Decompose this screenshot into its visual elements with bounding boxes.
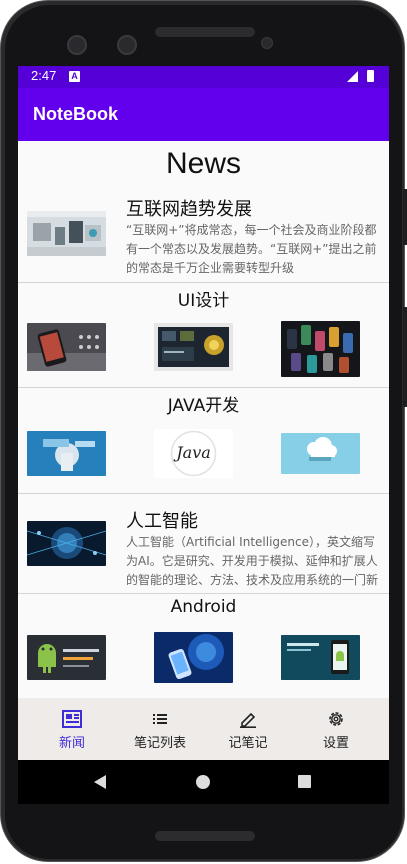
back-icon[interactable] <box>94 775 106 789</box>
section-title-java: JAVA开发 <box>167 396 240 416</box>
page-title: News <box>165 147 241 180</box>
pencil-icon <box>238 710 258 729</box>
nav-item-settings[interactable]: 设置 <box>290 698 382 760</box>
nav-label-news: 新闻 <box>58 736 85 751</box>
article-title: 互联网趋势发展 <box>126 199 252 220</box>
list-icon <box>150 710 170 728</box>
ai-thumbnail <box>27 521 106 566</box>
nav-label-settings: 设置 <box>322 736 349 751</box>
earpiece-speaker <box>155 27 255 37</box>
app-title: NoteBook <box>33 104 118 124</box>
section-title-android: Android <box>170 597 237 617</box>
nav-item-take-note[interactable]: 记笔记 <box>202 698 294 760</box>
article-summary: “互联网+”将成常态，每一个社会及商业阶段都有一个常态以及发展趋势。“互联网+”… <box>126 223 377 275</box>
ui-design-image-1[interactable] <box>27 323 106 371</box>
recent-apps-icon[interactable] <box>298 775 311 788</box>
news-content[interactable]: News 互联网趋势发展 “互联网+”将成常态，每一个社会及商业阶段都有一个常态… <box>18 141 389 698</box>
ui-design-image-3[interactable] <box>281 321 360 377</box>
ui-design-image-2[interactable] <box>154 323 233 371</box>
nav-label-note-list: 笔记列表 <box>133 736 186 751</box>
divider <box>18 387 389 388</box>
news-icon <box>62 710 82 728</box>
article-summary: 人工智能（Artificial Intelligence），英文缩写为AI。它是… <box>126 535 379 587</box>
android-image-1[interactable] <box>27 635 106 680</box>
notification-icon: A <box>69 71 80 82</box>
java-logo-text: Java <box>176 443 211 462</box>
front-camera-right <box>117 35 137 55</box>
bottom-navigation: 新闻 笔记列表 记笔记 设置 <box>18 698 389 760</box>
volume-button <box>403 307 407 407</box>
app-bar: NoteBook <box>18 88 389 141</box>
android-image-3[interactable] <box>281 635 360 680</box>
nav-label-take-note: 记笔记 <box>228 736 268 751</box>
device-screen: 2:47 A NoteBook News 互联网趋势发展 “互联网+”将成常态，… <box>18 66 389 804</box>
divider <box>18 593 389 594</box>
divider <box>18 493 389 494</box>
android-image-2[interactable] <box>154 632 233 683</box>
article-title: 人工智能 <box>126 511 198 532</box>
divider <box>18 282 389 283</box>
java-image-1[interactable] <box>27 431 106 476</box>
bottom-speaker <box>155 831 255 841</box>
section-title-ui: UI设计 <box>177 291 230 311</box>
java-logo-image[interactable]: Java <box>154 429 233 478</box>
status-time: 2:47 <box>31 68 57 83</box>
proximity-sensor <box>261 37 273 49</box>
nav-item-note-list[interactable]: 笔记列表 <box>114 698 206 760</box>
battery-icon <box>367 70 374 82</box>
gear-icon <box>326 710 346 728</box>
power-button <box>403 189 407 245</box>
signal-icon <box>347 71 358 82</box>
internet-thumbnail <box>27 211 106 256</box>
system-navigation-bar <box>18 760 389 804</box>
front-camera-left <box>67 35 87 55</box>
status-bar: 2:47 A <box>18 66 389 88</box>
nav-item-news[interactable]: 新闻 <box>26 698 118 760</box>
java-image-3[interactable] <box>281 433 360 474</box>
home-icon[interactable] <box>196 775 210 789</box>
